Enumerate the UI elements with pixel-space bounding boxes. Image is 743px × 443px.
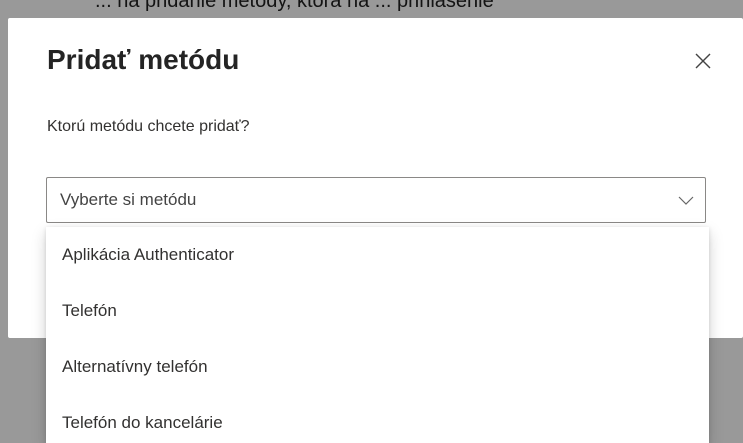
option-office-phone[interactable]: Telefón do kancelárie (46, 395, 709, 443)
close-icon (695, 53, 711, 69)
option-authenticator-app[interactable]: Aplikácia Authenticator (46, 227, 709, 283)
chevron-down-icon (678, 196, 694, 205)
dialog-title: Pridať metódu (47, 44, 240, 75)
close-button[interactable] (688, 46, 718, 76)
method-select[interactable]: Vyberte si metódu (46, 177, 706, 223)
method-question-label: Ktorú metódu chcete pridať? (47, 118, 250, 135)
method-select-value: Vyberte si metódu (60, 190, 197, 209)
method-dropdown-list: Aplikácia Authenticator Telefón Alternat… (46, 227, 709, 443)
option-alternate-phone[interactable]: Alternatívny telefón (46, 339, 709, 395)
option-phone[interactable]: Telefón (46, 283, 709, 339)
